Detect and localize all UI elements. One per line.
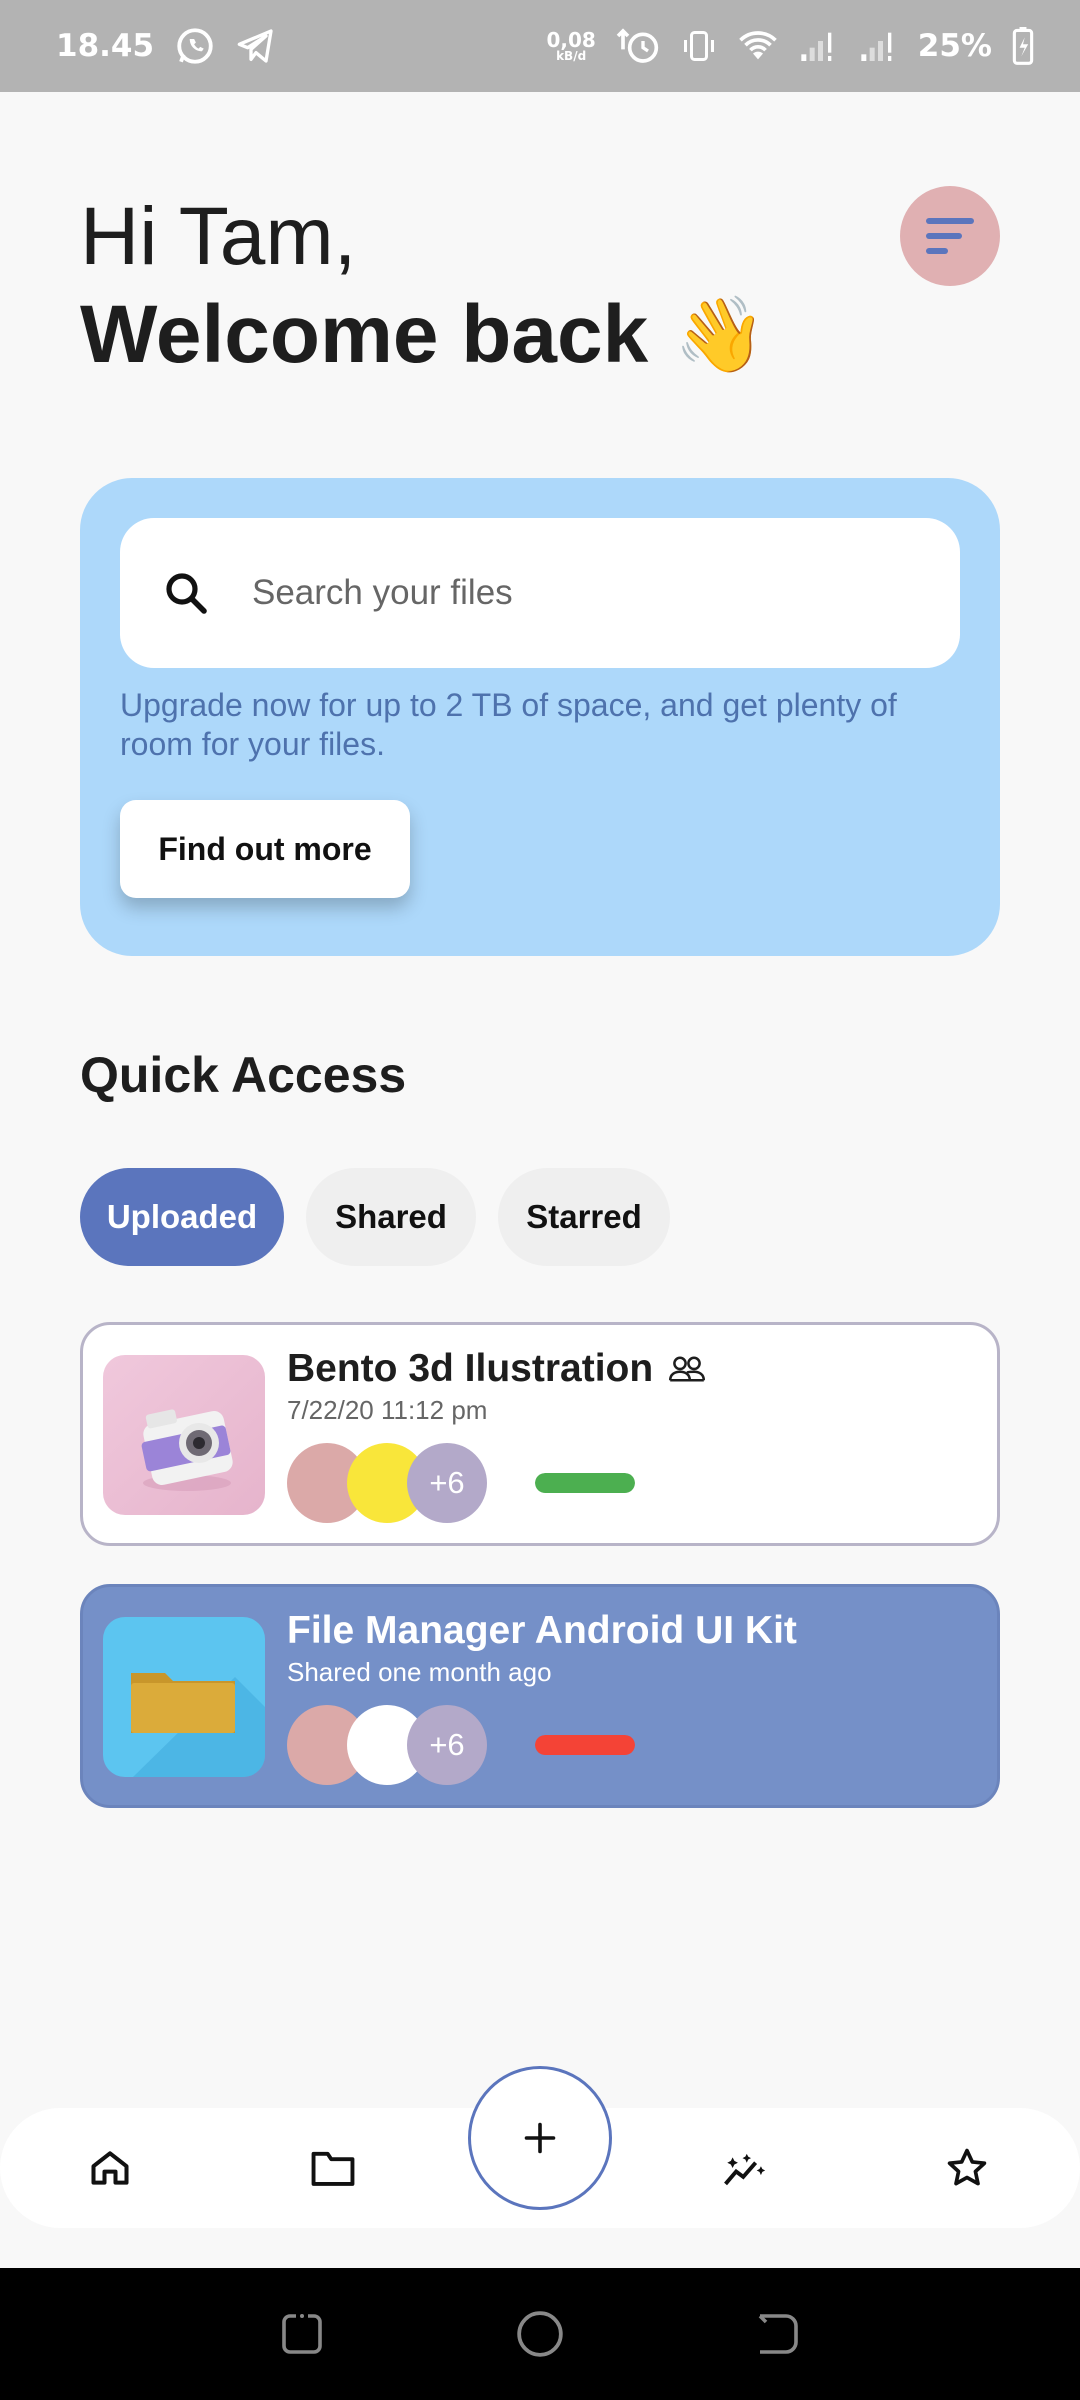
upgrade-text: Upgrade now for up to 2 TB of space, and… [120, 687, 897, 763]
greeting-name: Hi Tam, [80, 191, 357, 282]
menu-button[interactable] [900, 186, 1000, 286]
network-speed-unit: kB/d [556, 49, 587, 63]
member-avatars: +6 [287, 1705, 487, 1785]
tab-starred[interactable]: Starred [498, 1168, 670, 1266]
tab-uploaded[interactable]: Uploaded [80, 1168, 284, 1266]
find-out-more-button[interactable]: Find out more [120, 800, 410, 898]
search-icon [166, 573, 207, 614]
file-card[interactable]: Bento 3d Ilustration 7/22/20 11:12 pm +6 [80, 1322, 1000, 1546]
greeting: Hi Tam, Welcome back 👋 [80, 188, 766, 385]
camera-thumbnail [103, 1355, 265, 1515]
progress-fill [535, 1473, 635, 1493]
file-shared-date: Shared one month ago [287, 1657, 552, 1687]
file-card[interactable]: File Manager Android UI Kit Shared one m… [80, 1584, 1000, 1808]
home-circle-icon [517, 2311, 563, 2357]
file-title: Bento 3d Ilustration [287, 1347, 707, 1391]
tab-shared[interactable]: Shared [306, 1168, 476, 1266]
file-title-text: Bento 3d Ilustration [287, 1347, 654, 1390]
group-icon [669, 1356, 706, 1382]
recents-button[interactable] [272, 2304, 332, 2364]
whatsapp-icon [174, 25, 216, 67]
add-button[interactable] [468, 2066, 612, 2210]
telegram-icon [236, 26, 276, 66]
more-members-badge: +6 [407, 1705, 487, 1785]
folder-thumbnail [103, 1617, 265, 1777]
nav-home[interactable] [74, 2132, 146, 2204]
more-members-badge: +6 [407, 1443, 487, 1523]
recents-icon [282, 2314, 322, 2354]
sort-menu-icon [926, 218, 974, 254]
nav-insights[interactable] [709, 2132, 781, 2204]
system-nav-bar [0, 2268, 1080, 2400]
home-icon [91, 2151, 129, 2185]
file-date: 7/22/20 11:12 pm [287, 1395, 488, 1425]
progress-bar [535, 1473, 635, 1493]
star-icon [947, 2148, 987, 2186]
screen: 18.45 0,08 kB/d 25% Hi Tam, Welcome back… [0, 0, 1080, 2400]
back-icon [758, 2314, 798, 2354]
status-left: 18.45 [56, 25, 276, 67]
battery-percent: 25% [917, 28, 992, 64]
add-icon [524, 2122, 556, 2154]
sparkle-icon [724, 2153, 766, 2186]
home-system-button[interactable] [510, 2304, 570, 2364]
back-button[interactable] [748, 2304, 808, 2364]
signal-icon [798, 29, 838, 63]
status-bar: 18.45 0,08 kB/d 25% [0, 0, 1080, 92]
alarm-icon [616, 26, 660, 66]
member-avatars: +6 [287, 1443, 487, 1523]
search-bar[interactable] [120, 518, 960, 668]
waving-hand-icon: 👋 [674, 293, 767, 377]
progress-bar [535, 1735, 635, 1755]
quick-access-tabs: Uploaded Shared Starred [80, 1168, 670, 1266]
welcome-text: Welcome back [80, 289, 649, 381]
nav-folders[interactable] [297, 2132, 369, 2204]
status-right: 0,08 kB/d 25% [546, 26, 1034, 66]
quick-access-title: Quick Access [80, 1047, 407, 1103]
network-speed: 0,08 kB/d [546, 30, 595, 62]
progress-fill [535, 1735, 635, 1755]
status-time: 18.45 [56, 28, 155, 64]
wifi-icon [738, 29, 778, 63]
file-title-text: File Manager Android UI Kit [287, 1609, 797, 1652]
folder-icon [311, 2151, 355, 2186]
network-speed-value: 0,08 [546, 28, 596, 52]
greeting-welcome: Welcome back 👋 [80, 286, 766, 384]
signal-icon-2 [858, 29, 898, 63]
nav-starred[interactable] [931, 2132, 1003, 2204]
battery-charging-icon [1012, 27, 1034, 65]
upgrade-card: Upgrade now for up to 2 TB of space, and… [80, 478, 1000, 956]
file-title: File Manager Android UI Kit [287, 1609, 797, 1653]
search-input[interactable] [252, 573, 892, 613]
vibrate-icon [680, 28, 718, 64]
